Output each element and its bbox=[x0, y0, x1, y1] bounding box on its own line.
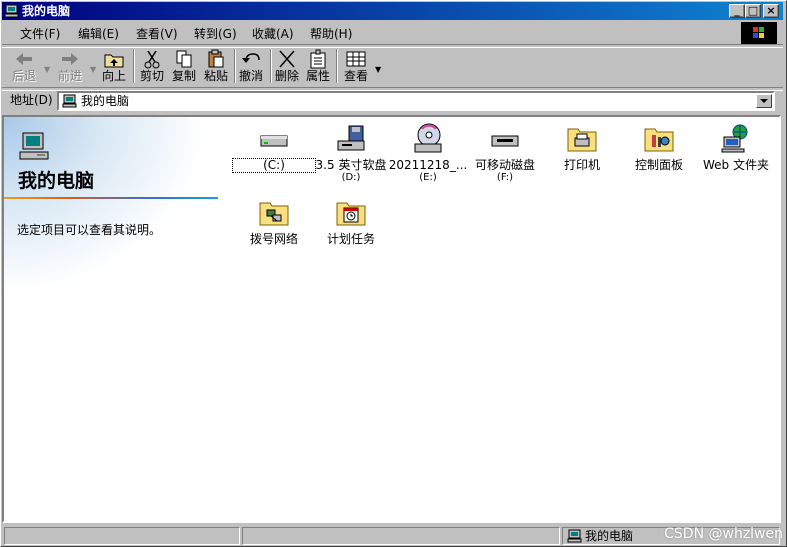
toolbar-divider bbox=[234, 49, 236, 83]
forward-button[interactable]: 前进 bbox=[54, 47, 86, 85]
scheduled-tasks-folder[interactable]: 计划任务 bbox=[310, 197, 392, 246]
scheduled-tasks-label: 计划任务 bbox=[326, 232, 375, 246]
menu-view[interactable]: 查看(V) bbox=[134, 25, 180, 43]
address-field[interactable]: 我的电脑 bbox=[57, 91, 775, 111]
dialup-networking-label: 拨号网络 bbox=[249, 232, 298, 246]
copy-icon bbox=[176, 50, 192, 68]
drive-d-letter: (D:) bbox=[341, 172, 361, 183]
address-value: 我的电脑 bbox=[81, 94, 130, 108]
undo-button[interactable]: 撤消 bbox=[237, 47, 265, 85]
status-panel-main bbox=[4, 527, 240, 545]
windows-logo bbox=[741, 22, 777, 44]
control-panel-folder[interactable]: 控制面板 bbox=[618, 123, 700, 172]
menu-bar: 文件(F) 编辑(E) 查看(V) 转到(G) 收藏(A) 帮助(H) bbox=[2, 22, 783, 44]
paste-button[interactable]: 粘贴 bbox=[200, 47, 232, 85]
printers-label: 打印机 bbox=[563, 158, 600, 172]
dialup-networking-icon bbox=[259, 202, 289, 226]
drive-d-floppy[interactable]: 3.5 英寸软盘 (D:) bbox=[310, 123, 392, 184]
chevron-down-icon bbox=[760, 99, 768, 103]
menu-go[interactable]: 转到(G) bbox=[192, 25, 239, 43]
forward-arrow-icon bbox=[62, 53, 78, 65]
web-folder-globe-icon bbox=[721, 124, 748, 153]
up-button[interactable]: 向上 bbox=[98, 47, 130, 85]
folder-view: 我的电脑 选定项目可以查看其说明。 (C:) 3.5 英寸软盘 (D:) 202… bbox=[2, 115, 781, 523]
drive-e-cdrom[interactable]: 20211218_... (E:) bbox=[387, 123, 469, 184]
window-title: 我的电脑 bbox=[22, 4, 71, 18]
maximize-button[interactable]: □ bbox=[745, 4, 761, 18]
drive-f-label: 可移动磁盘 bbox=[474, 158, 535, 172]
cd-rom-icon bbox=[414, 123, 442, 153]
back-button[interactable]: 后退 bbox=[8, 47, 40, 85]
removable-disk-icon bbox=[491, 135, 519, 147]
explorer-window: 我的电脑 _ □ × 文件(F) 编辑(E) 查看(V) 转到(G) 收藏(A)… bbox=[0, 0, 787, 547]
address-label: 地址(D) bbox=[10, 93, 53, 107]
delete-button[interactable]: 删除 bbox=[272, 47, 302, 85]
minimize-button[interactable]: _ bbox=[729, 4, 745, 18]
menu-file[interactable]: 文件(F) bbox=[18, 25, 62, 43]
view-dropdown-icon[interactable]: ▼ bbox=[375, 65, 381, 74]
drive-e-letter: (E:) bbox=[419, 172, 437, 183]
control-panel-label: 控制面板 bbox=[634, 158, 683, 172]
drive-c-label: (C:) bbox=[232, 158, 316, 173]
hard-drive-icon bbox=[260, 135, 288, 147]
pane-description: 选定项目可以查看其说明。 bbox=[17, 223, 162, 237]
view-grid-icon bbox=[346, 51, 366, 67]
drive-f-letter: (F:) bbox=[496, 172, 514, 183]
my-computer-icon bbox=[567, 529, 582, 543]
back-dropdown-icon[interactable]: ▼ bbox=[44, 65, 50, 74]
properties-button[interactable]: 属性 bbox=[302, 47, 334, 85]
delete-x-icon bbox=[279, 50, 295, 68]
floppy-drive-icon bbox=[337, 125, 365, 151]
status-location: 我的电脑 bbox=[585, 529, 634, 543]
dialup-networking-folder[interactable]: 拨号网络 bbox=[233, 197, 315, 246]
title-bar[interactable]: 我的电脑 _ □ × bbox=[2, 2, 783, 20]
close-button[interactable]: × bbox=[763, 4, 779, 18]
my-computer-large-icon bbox=[19, 132, 49, 160]
control-panel-icon bbox=[644, 128, 674, 152]
windows-flag-icon bbox=[753, 27, 764, 38]
web-folders-label: Web 文件夹 bbox=[703, 158, 769, 172]
drive-e-label: 20211218_... bbox=[388, 158, 468, 172]
up-folder-icon bbox=[104, 54, 124, 68]
address-dropdown-button[interactable] bbox=[756, 94, 772, 108]
drive-f-removable[interactable]: 可移动磁盘 (F:) bbox=[464, 123, 546, 184]
printers-folder[interactable]: 打印机 bbox=[541, 123, 623, 172]
menu-edit[interactable]: 编辑(E) bbox=[76, 25, 121, 43]
toolbar-divider bbox=[133, 49, 135, 83]
menu-favorites[interactable]: 收藏(A) bbox=[250, 25, 296, 43]
pane-title: 我的电脑 bbox=[18, 170, 95, 192]
web-view-pane: 我的电脑 选定项目可以查看其说明。 bbox=[4, 117, 234, 521]
printer-folder-icon bbox=[567, 128, 597, 152]
scissors-icon bbox=[144, 50, 160, 69]
back-arrow-icon bbox=[16, 53, 32, 65]
status-panel-size bbox=[242, 527, 560, 545]
forward-dropdown-icon[interactable]: ▼ bbox=[90, 65, 96, 74]
clipboard-icon bbox=[208, 49, 224, 68]
view-button[interactable]: 查看 bbox=[340, 47, 372, 85]
menu-help[interactable]: 帮助(H) bbox=[308, 25, 354, 43]
pane-divider bbox=[4, 197, 218, 199]
web-folders[interactable]: Web 文件夹 bbox=[695, 123, 777, 172]
my-computer-icon bbox=[62, 94, 77, 108]
toolbar-divider bbox=[336, 49, 338, 83]
scheduled-tasks-icon bbox=[336, 202, 366, 226]
watermark: CSDN @whzlwen bbox=[664, 526, 783, 542]
cut-button[interactable]: 剪切 bbox=[136, 47, 168, 85]
drive-c[interactable]: (C:) bbox=[232, 123, 316, 173]
address-bar: 地址(D) 我的电脑 bbox=[2, 89, 783, 113]
my-computer-icon bbox=[4, 4, 19, 18]
drive-d-label: 3.5 英寸软盘 bbox=[315, 158, 387, 172]
undo-icon bbox=[242, 53, 260, 63]
properties-icon bbox=[310, 49, 326, 69]
copy-button[interactable]: 复制 bbox=[168, 47, 200, 85]
toolbar: 后退 ▼ 前进 ▼ 向上 剪切 复制 粘贴 撤消 删除 属性 查看 ▼ bbox=[2, 45, 783, 87]
